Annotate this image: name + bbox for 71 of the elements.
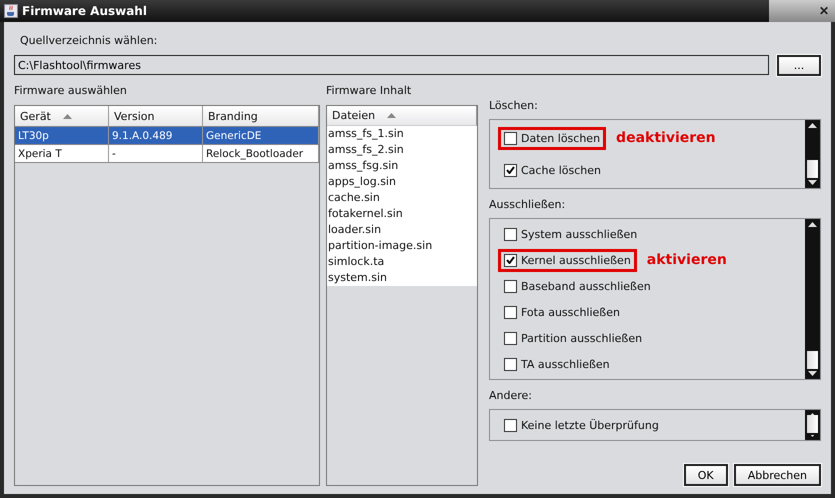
annotation-text: deaktivieren xyxy=(616,130,716,146)
window-title: Firmware Auswahl xyxy=(22,4,148,18)
group-label: Ausschließen: xyxy=(489,198,566,211)
file-item[interactable]: partition-image.sin xyxy=(327,238,477,254)
table-cell: Relock_Bootloader xyxy=(203,145,319,162)
file-item[interactable]: cache.sin xyxy=(327,190,477,206)
checkbox[interactable] xyxy=(504,164,517,176)
file-item[interactable]: apps_log.sin xyxy=(327,174,477,190)
table-cell: 9.1.A.0.489 xyxy=(109,127,203,144)
cup-icon xyxy=(4,4,18,18)
checkbox-option[interactable]: Partition ausschließen xyxy=(498,326,648,350)
checkbox[interactable] xyxy=(504,358,517,370)
table-cell: - xyxy=(109,145,203,162)
table-cell: Xperia T xyxy=(15,145,109,162)
checkbox[interactable] xyxy=(504,418,517,432)
checkbox-option[interactable]: Keine letzte Überprüfung xyxy=(498,414,665,436)
scrollbar-thumb[interactable] xyxy=(807,351,818,369)
down-arrow-icon xyxy=(808,435,817,437)
up-arrow-icon xyxy=(808,123,817,128)
checkbox[interactable] xyxy=(504,254,517,266)
checkbox-option[interactable]: Fota ausschließen xyxy=(498,300,626,324)
scrollbar-thumb[interactable] xyxy=(807,160,818,178)
column-header[interactable]: Version xyxy=(109,106,203,126)
up-arrow-icon xyxy=(808,413,817,415)
checkbox-option[interactable]: Cache löschen xyxy=(498,158,607,182)
group-label: Andere: xyxy=(489,389,534,402)
file-item[interactable]: amss_fs_1.sin xyxy=(327,126,477,142)
scrollbar[interactable] xyxy=(805,410,820,440)
file-item[interactable]: system.sin xyxy=(327,270,477,286)
browse-button[interactable]: ... xyxy=(777,55,821,76)
column-header[interactable]: Dateien xyxy=(327,106,477,126)
close-button[interactable]: ✕ xyxy=(819,4,829,18)
checkbox[interactable] xyxy=(504,228,517,240)
checkbox[interactable] xyxy=(504,132,517,144)
file-item[interactable]: amss_fsg.sin xyxy=(327,158,477,174)
checkbox-option[interactable]: System ausschließen xyxy=(498,222,644,246)
table-cell: GenericDE xyxy=(203,127,319,144)
annotation-text: aktivieren xyxy=(646,252,727,268)
source-label: Quellverzeichnis wählen: xyxy=(20,34,158,47)
group-label: Löschen: xyxy=(489,99,539,112)
checkbox-option[interactable]: TA ausschließen xyxy=(498,352,616,376)
table-cell: LT30p xyxy=(15,127,109,144)
checkbox[interactable] xyxy=(504,306,517,318)
file-item[interactable]: amss_fs_2.sin xyxy=(327,142,477,158)
checkbox-option[interactable]: Daten löschen xyxy=(498,126,606,150)
column-header[interactable]: Gerät xyxy=(15,106,109,126)
sort-arrow-icon xyxy=(62,114,72,118)
file-item[interactable]: loader.sin xyxy=(327,222,477,238)
content-label: Firmware Inhalt xyxy=(326,84,412,97)
scrollbar[interactable] xyxy=(805,219,820,379)
checkbox[interactable] xyxy=(504,332,517,344)
down-arrow-icon xyxy=(808,180,817,185)
checkbox-option[interactable]: Kernel ausschließen xyxy=(498,248,637,272)
checkbox[interactable] xyxy=(504,280,517,292)
check-icon xyxy=(506,166,515,174)
path-field[interactable]: C:\Flashtool\firmwares xyxy=(14,55,769,75)
scrollbar[interactable] xyxy=(805,120,820,188)
scrollbar-thumb[interactable] xyxy=(807,415,818,433)
dialog-button[interactable]: Abbrechen xyxy=(734,464,821,486)
table-row[interactable]: LT30p 9.1.A.0.489 GenericDE xyxy=(15,127,319,145)
up-arrow-icon xyxy=(808,222,817,227)
down-arrow-icon xyxy=(808,371,817,376)
table-row[interactable]: Xperia T - Relock_Bootloader xyxy=(15,145,319,163)
firmware-label: Firmware auswählen xyxy=(14,84,128,97)
check-icon xyxy=(506,256,515,264)
sort-arrow-icon xyxy=(387,113,396,118)
column-header[interactable]: Branding xyxy=(203,106,319,126)
checkbox-option[interactable]: Baseband ausschließen xyxy=(498,274,657,298)
file-item[interactable]: fotakernel.sin xyxy=(327,206,477,222)
dialog-button[interactable]: OK xyxy=(684,464,728,486)
file-item[interactable]: simlock.ta xyxy=(327,254,477,270)
